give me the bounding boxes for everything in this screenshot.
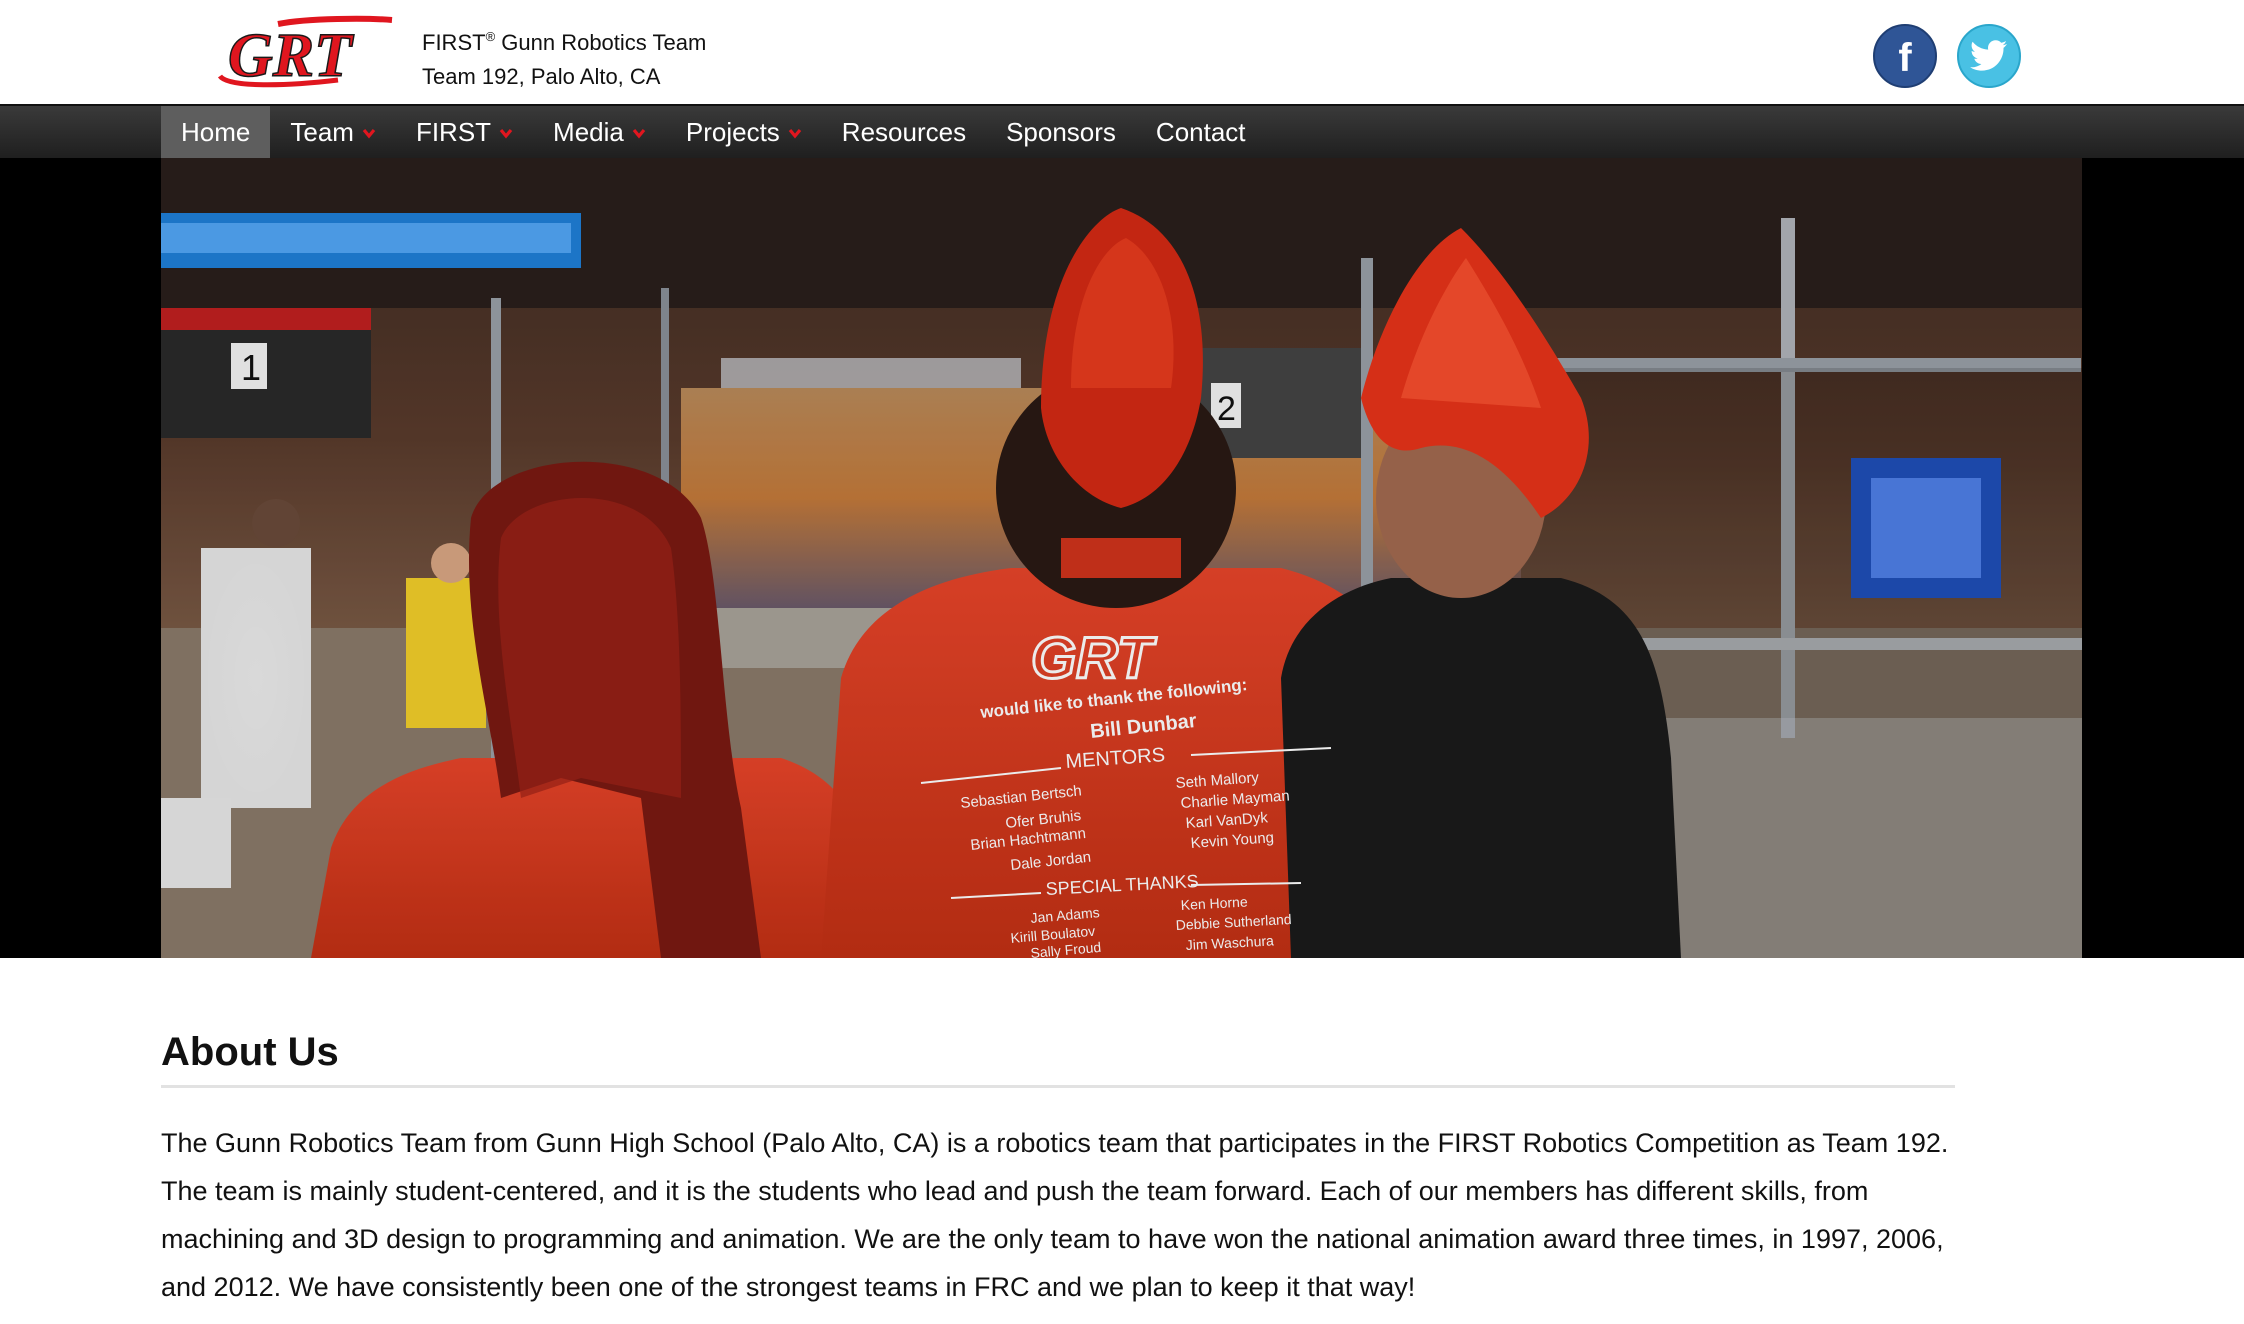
nav-item-media[interactable]: Media: [533, 106, 666, 158]
nav-label: Team: [290, 116, 354, 147]
chevron-down-icon: [362, 128, 376, 139]
nav-item-projects[interactable]: Projects: [666, 106, 822, 158]
registered-mark: ®: [485, 29, 496, 44]
nav-item-home[interactable]: Home: [161, 106, 271, 158]
nav-item-contact[interactable]: Contact: [1136, 106, 1266, 158]
team-name-rest: Gunn Robotics Team: [495, 30, 707, 55]
nav-label: Media: [553, 116, 624, 147]
about-title: About Us: [161, 1030, 339, 1074]
nav-item-resources[interactable]: Resources: [822, 106, 986, 158]
twitter-link[interactable]: [1957, 24, 2021, 88]
about-divider: [161, 1085, 1955, 1088]
first-word: FIRST: [422, 30, 486, 55]
nav-label: Home: [181, 116, 251, 147]
nav-item-sponsors[interactable]: Sponsors: [986, 106, 1136, 158]
hero-photo: 1 2 GRT would like to thank the followin…: [161, 158, 2082, 958]
nav-label: Resources: [841, 116, 967, 147]
twitter-bird-icon: [1970, 40, 2007, 71]
chevron-down-icon: [499, 128, 513, 139]
nav-label: FIRST: [415, 116, 492, 147]
hero-illustration: 1 2 GRT would like to thank the followin…: [161, 158, 2082, 958]
about-body: The Gunn Robotics Team from Gunn High Sc…: [161, 1128, 1949, 1302]
nav-label: Projects: [685, 116, 780, 147]
chevron-down-icon: [632, 128, 646, 139]
nav-label: Contact: [1155, 116, 1246, 147]
team-text: FIRST® Gunn Robotics Team Team 192, Palo…: [422, 20, 706, 94]
nav-item-team[interactable]: Team: [270, 106, 396, 158]
nav-items: Home Team FIRST Media Projects Resources…: [161, 106, 1266, 158]
grt-logo-text: GRT: [228, 22, 354, 88]
main-nav: Home Team FIRST Media Projects Resources…: [0, 104, 2244, 158]
team-name: FIRST® Gunn Robotics Team: [422, 20, 706, 60]
facebook-icon: f: [1898, 36, 1912, 80]
facebook-link[interactable]: f: [1873, 24, 1937, 88]
nav-label: Sponsors: [1006, 116, 1116, 147]
site-header: GRT FIRST® Gunn Robotics Team Team 192, …: [0, 0, 2244, 104]
chevron-down-icon: [788, 128, 802, 139]
team-location: Team 192, Palo Alto, CA: [422, 64, 661, 89]
grt-logo[interactable]: GRT: [218, 14, 394, 88]
nav-item-first[interactable]: FIRST: [396, 106, 533, 158]
